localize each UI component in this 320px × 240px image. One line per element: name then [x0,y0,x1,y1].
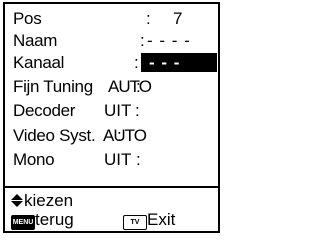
naam-label: Naam [13,31,58,50]
pos-colon: : [146,9,151,28]
mono-value: UIT [104,150,132,169]
kanaal-value-selected[interactable]: - - - [141,53,217,72]
menu-panel: Pos : 7 Naam : - - - - Kanaal : - - - Fi… [3,2,220,188]
naam-value: - - - - [147,31,191,50]
fijn-tuning-label: Fijn Tuning [13,77,93,96]
video-syst-value: AUTO [103,126,147,145]
kanaal-label: Kanaal [13,53,65,72]
menu-footer: kiezen MENUterug TV Exit [3,188,220,233]
kanaal-colon: : [134,53,139,72]
fijn-tuning-value: AUTO [108,77,152,96]
tv-key-icon[interactable]: TV [123,215,147,230]
mono-label: Mono [13,150,55,169]
exit-hint-label: Exit [147,210,176,229]
decoder-colon: : [135,101,140,120]
decoder-label: Decoder [13,101,76,120]
pos-label: Pos [13,9,42,28]
menu-row-kanaal[interactable]: Kanaal : - - - [13,52,218,74]
back-hint-label: terug [35,210,74,229]
select-hint-label: kiezen [24,191,74,210]
naam-colon: : [140,31,145,50]
footer-select-hint: kiezen [11,191,73,211]
decoder-value: UIT [104,101,132,120]
tuning-menu-osd: Pos : 7 Naam : - - - - Kanaal : - - - Fi… [0,0,253,235]
up-down-arrow-icon [11,193,23,209]
menu-key-icon[interactable]: MENU [11,215,35,230]
footer-back-hint[interactable]: MENUterug [11,210,74,230]
footer-exit-hint[interactable]: TV Exit [123,210,175,230]
pos-value: 7 [173,9,183,28]
video-syst-label: Video Syst. [13,126,96,145]
mono-colon: : [136,150,141,169]
